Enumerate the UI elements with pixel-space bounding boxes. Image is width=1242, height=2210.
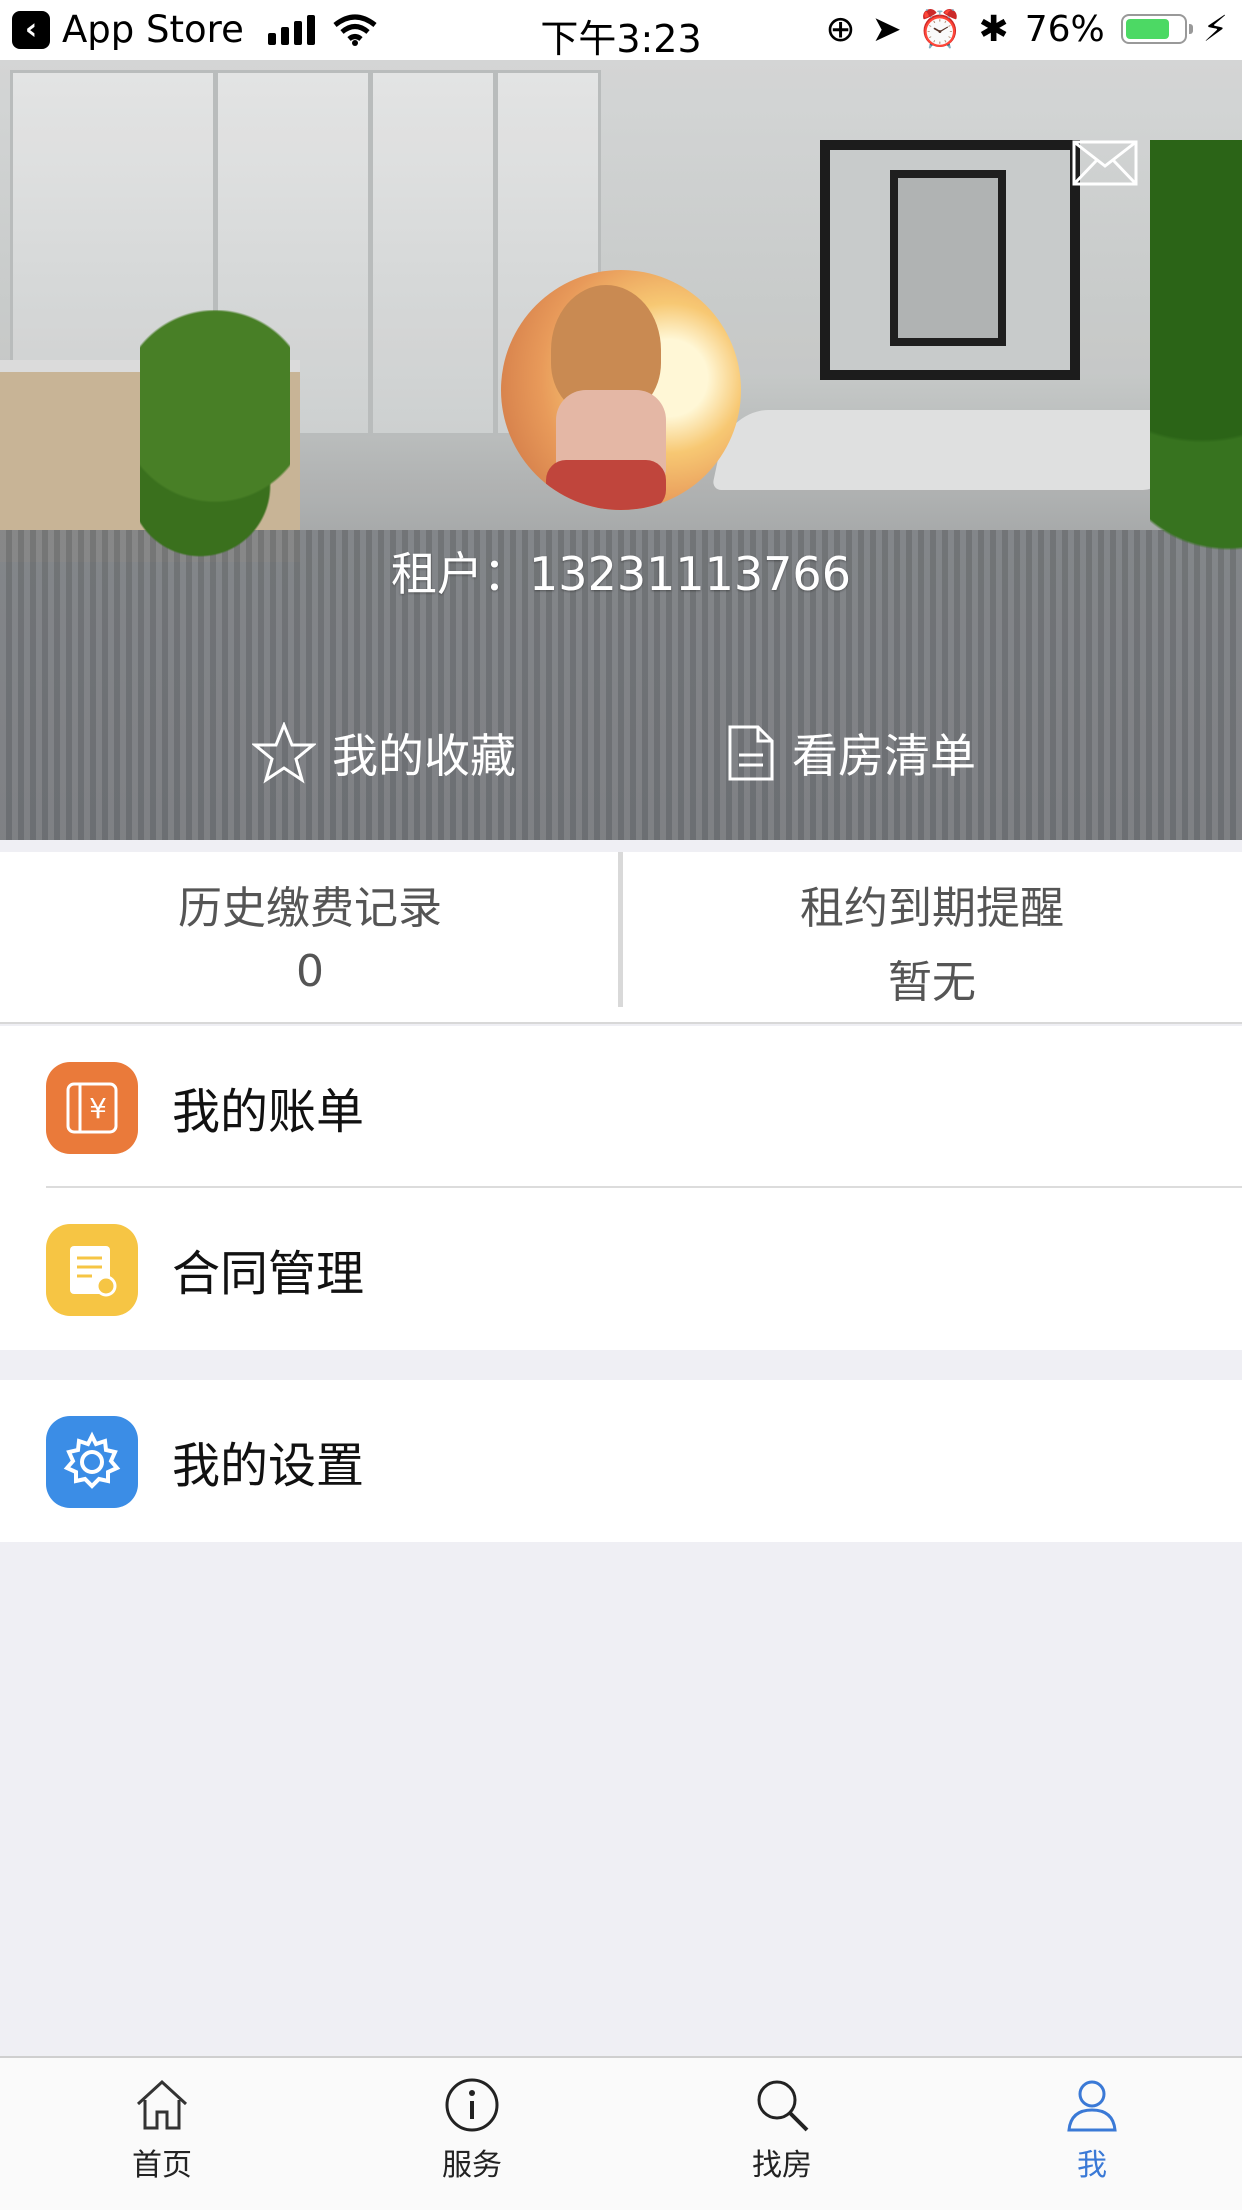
lease-expiry-title: 租约到期提醒 xyxy=(800,883,1064,934)
alarm-icon: ⏰ xyxy=(917,9,963,50)
orientation-lock-icon: ⊕ xyxy=(825,8,856,50)
location-icon: ➤ xyxy=(871,8,902,50)
menu-contracts-label: 合同管理 xyxy=(172,1246,365,1302)
payment-history-stat[interactable]: 历史缴费记录 0 xyxy=(0,852,620,1022)
tab-home-label: 首页 xyxy=(132,2148,192,2183)
contract-icon xyxy=(46,1224,138,1316)
battery-icon xyxy=(1120,14,1193,44)
viewing-list-button[interactable]: 看房清单 xyxy=(726,720,976,786)
gear-icon xyxy=(46,1416,138,1508)
info-icon xyxy=(445,2078,499,2132)
bluetooth-icon: ✱ xyxy=(978,8,1009,50)
tenant-info: 租户：13231113766 xyxy=(0,538,1242,604)
home-icon xyxy=(136,2079,188,2130)
avatar[interactable] xyxy=(501,270,741,510)
menu-settings-label: 我的设置 xyxy=(172,1438,365,1494)
menu-group-settings: 我的设置 xyxy=(0,1380,1242,1542)
mail-icon[interactable] xyxy=(1072,140,1138,186)
status-right: ⊕ ➤ ⏰ ✱ 76% ⚡ xyxy=(825,8,1228,51)
tab-find-house-label: 找房 xyxy=(752,2148,812,2183)
svg-text:¥: ¥ xyxy=(89,1092,107,1125)
tab-me[interactable]: 我 xyxy=(1012,2076,1172,2184)
tab-service-label: 服务 xyxy=(442,2148,502,2183)
tab-find-house[interactable]: 找房 xyxy=(702,2076,862,2184)
document-icon xyxy=(728,725,774,781)
battery-percent: 76% xyxy=(1024,8,1105,50)
bill-icon: ¥ xyxy=(46,1062,138,1154)
tab-home[interactable]: 首页 xyxy=(82,2076,242,2184)
charging-icon: ⚡ xyxy=(1202,8,1228,50)
favorites-label: 我的收藏 xyxy=(332,729,516,783)
tenant-phone: 13231113766 xyxy=(529,547,851,601)
tab-service[interactable]: 服务 xyxy=(392,2076,552,2184)
star-icon xyxy=(252,722,316,784)
stats-panel: 历史缴费记录 0 租约到期提醒 暂无 xyxy=(0,852,1242,1024)
tab-me-label: 我 xyxy=(1077,2148,1107,2183)
tab-bar: 首页 服务 找房 我 xyxy=(0,2056,1242,2210)
lease-expiry-value: 暂无 xyxy=(888,957,976,1008)
payment-history-title: 历史缴费记录 xyxy=(178,883,442,934)
menu-item-contracts[interactable]: 合同管理 xyxy=(0,1188,1242,1350)
menu-group-account: ¥ 我的账单 合同管理 xyxy=(0,1026,1242,1350)
lease-expiry-stat[interactable]: 租约到期提醒 暂无 xyxy=(622,852,1242,1022)
favorites-button[interactable]: 我的收藏 xyxy=(252,720,516,786)
menu-item-bills[interactable]: ¥ 我的账单 xyxy=(0,1026,1242,1188)
search-icon xyxy=(757,2080,809,2132)
viewing-list-label: 看房清单 xyxy=(792,729,976,783)
status-bar: ‹ App Store 下午3:23 ⊕ ➤ ⏰ ✱ 76% ⚡ xyxy=(0,0,1242,61)
payment-history-value: 0 xyxy=(296,946,324,997)
tenant-label: 租户： xyxy=(391,547,530,601)
menu-bills-label: 我的账单 xyxy=(172,1084,365,1140)
user-icon xyxy=(1067,2080,1117,2132)
menu-item-settings[interactable]: 我的设置 xyxy=(0,1380,1242,1542)
